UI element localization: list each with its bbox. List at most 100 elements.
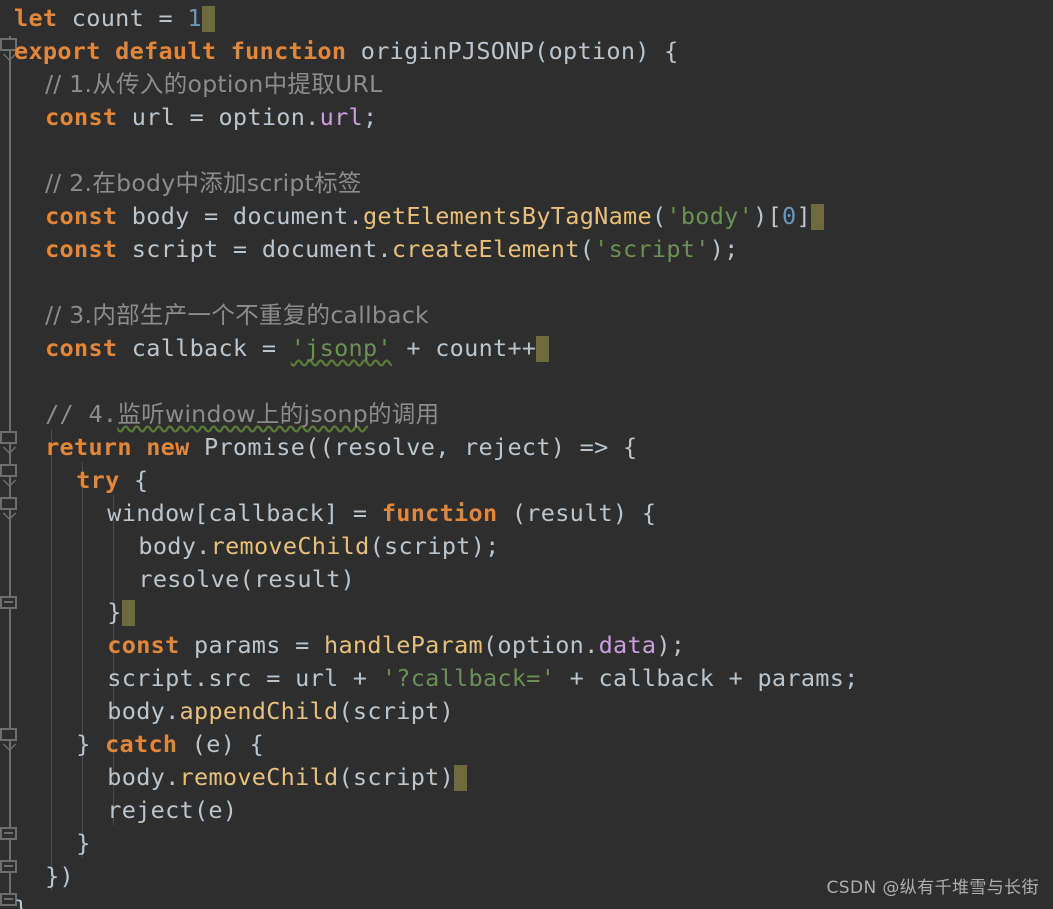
code-token: body.: [107, 697, 180, 725]
code-token: 'body': [666, 202, 754, 230]
code-line[interactable]: const script = document.createElement('s…: [45, 233, 739, 266]
code-token: data: [598, 631, 657, 659]
code-line[interactable]: const callback = 'jsonp' + count++: [45, 332, 550, 365]
code-line[interactable]: } catch (e) {: [76, 728, 264, 761]
code-token: // 2.在body中添加script标签: [45, 169, 362, 197]
code-token: reject(e): [107, 796, 238, 824]
text-caret-block: [810, 204, 824, 230]
code-token: let: [14, 4, 58, 32]
code-token: url = option.: [117, 103, 320, 131]
code-token: script.src = url +: [107, 664, 382, 692]
code-token: getElementsByTagName: [362, 202, 652, 230]
code-token: originPJSONP(option) {: [346, 37, 679, 65]
code-token: createElement: [391, 235, 580, 263]
code-line[interactable]: const url = option.url;: [45, 101, 377, 134]
code-content[interactable]: let count = 1 export default function ori…: [0, 0, 1053, 909]
code-line[interactable]: script.src = url + '?callback=' + callba…: [107, 662, 858, 695]
code-token: body.: [107, 763, 180, 791]
code-line[interactable]: body.removeChild(script): [107, 761, 468, 794]
code-token: '?callback=': [381, 664, 556, 692]
text-caret-block: [201, 6, 215, 32]
code-token: (: [651, 202, 667, 230]
code-line[interactable]: // 3.内部生产一个不重复的callback: [45, 299, 429, 332]
code-token: (: [579, 235, 595, 263]
code-token: }: [14, 895, 29, 909]
code-token: catch: [105, 730, 178, 758]
code-token: window[callback] =: [107, 499, 382, 527]
code-line[interactable]: window[callback] = function (result) {: [107, 497, 656, 530]
code-token: );: [656, 631, 686, 659]
code-token: 1: [187, 4, 202, 32]
code-token: function: [381, 499, 498, 527]
code-token: + count++: [391, 334, 537, 362]
code-line[interactable]: reject(e): [107, 794, 237, 827]
code-token: callback =: [117, 334, 291, 362]
code-token: // 4.: [45, 400, 118, 428]
code-token: (result) {: [497, 499, 657, 527]
code-line[interactable]: body.appendChild(script): [107, 695, 454, 728]
code-line[interactable]: try {: [76, 464, 148, 497]
code-token: params =: [179, 631, 325, 659]
code-line[interactable]: const body = document.getElementsByTagNa…: [45, 200, 824, 233]
code-token: (e) {: [177, 730, 265, 758]
code-line[interactable]: }): [45, 860, 74, 893]
code-token: body.: [138, 532, 211, 560]
code-token: const: [45, 334, 118, 362]
code-token: const: [45, 202, 118, 230]
code-token: }: [76, 730, 106, 758]
code-line[interactable]: export default function originPJSONP(opt…: [14, 35, 679, 68]
code-token: (option.: [482, 631, 599, 659]
code-token: 的调用: [367, 400, 440, 428]
csdn-watermark: CSDN @纵有千堆雪与长街: [826, 878, 1039, 898]
code-token: resolve(result): [138, 565, 356, 593]
code-line[interactable]: let count = 1: [14, 2, 215, 35]
code-token: 'script': [594, 235, 710, 263]
code-line[interactable]: const params = handleParam(option.data);: [107, 629, 685, 662]
code-token: )[: [753, 202, 782, 230]
code-token: );: [709, 235, 739, 263]
code-token: count =: [57, 4, 188, 32]
code-token: const: [45, 235, 118, 263]
code-token: 'jsonp': [290, 334, 392, 362]
code-line[interactable]: }: [14, 893, 28, 909]
code-token: }): [45, 862, 74, 890]
code-editor[interactable]: let count = 1 export default function ori…: [0, 0, 1053, 909]
code-line[interactable]: body.removeChild(script);: [138, 530, 499, 563]
code-token: }: [76, 829, 91, 857]
code-line[interactable]: resolve(result): [138, 563, 355, 596]
code-token: ;: [362, 103, 378, 131]
code-line[interactable]: return new Promise((resolve, reject) => …: [45, 431, 637, 464]
code-line[interactable]: // 1.从传入的option中提取URL: [45, 68, 382, 101]
code-token: const: [107, 631, 180, 659]
code-token: (script);: [369, 532, 500, 560]
code-token: handleParam: [324, 631, 483, 659]
code-token: {: [119, 466, 149, 494]
code-line[interactable]: // 4.监听window上的jsonp的调用: [45, 398, 439, 431]
code-token: appendChild: [179, 697, 339, 725]
code-token: const: [45, 103, 118, 131]
code-token: ]: [796, 202, 811, 230]
code-token: 0: [782, 202, 797, 230]
code-token: + callback + params;: [555, 664, 859, 692]
code-token: removeChild: [179, 763, 339, 791]
code-line[interactable]: }: [107, 596, 135, 629]
code-token: url: [319, 103, 363, 131]
code-token: script = document.: [117, 235, 392, 263]
code-token: try: [76, 466, 120, 494]
code-token: Promise((resolve, reject) => {: [189, 433, 638, 461]
code-line[interactable]: // 2.在body中添加script标签: [45, 167, 362, 200]
text-caret-block: [536, 336, 550, 362]
code-token: }: [107, 598, 122, 626]
code-token: // 1.从传入的option中提取URL: [45, 70, 383, 98]
code-token: // 3.内部生产一个不重复的callback: [45, 301, 429, 329]
code-token: removeChild: [210, 532, 370, 560]
text-caret-block: [121, 600, 135, 626]
code-token: 监听window上的jsonp: [117, 400, 368, 428]
text-caret-block: [454, 765, 468, 791]
code-line[interactable]: }: [76, 827, 90, 860]
code-token: (script): [338, 763, 455, 791]
code-token: (script): [338, 697, 455, 725]
code-token: body = document.: [117, 202, 363, 230]
code-token: export default function: [14, 37, 347, 65]
code-token: return new: [45, 433, 190, 461]
